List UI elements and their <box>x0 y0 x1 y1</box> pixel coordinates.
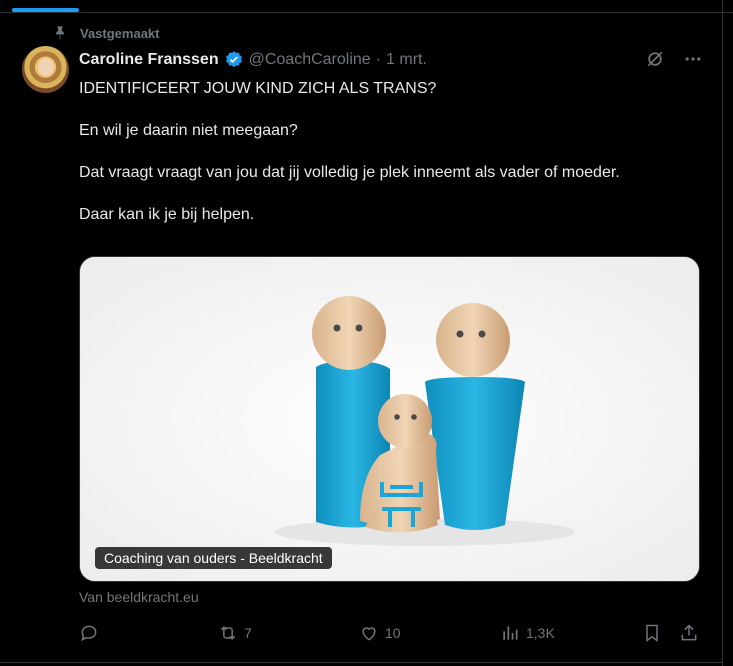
bookmark-icon <box>646 624 658 642</box>
wooden-figures-image <box>80 257 699 581</box>
tweet-paragraph: Dat vraagt vraagt van jou dat jij volled… <box>79 164 620 181</box>
more-options-icon[interactable] <box>683 49 703 69</box>
tweet-paragraph: IDENTIFICEERT JOUW KIND ZICH ALS TRANS? <box>79 80 437 97</box>
heart-icon <box>362 627 376 641</box>
share-button[interactable] <box>679 623 699 643</box>
tweet-text: IDENTIFICEERT JOUW KIND ZICH ALS TRANS? … <box>79 78 709 246</box>
bookmark-button[interactable] <box>642 623 662 643</box>
avatar[interactable] <box>22 46 69 93</box>
divider <box>0 662 723 663</box>
views-count: 1,3K <box>526 625 555 641</box>
views-button[interactable]: 1,3K <box>500 623 555 643</box>
like-count: 10 <box>385 625 401 641</box>
link-card-image[interactable]: Coaching van ouders - Beeldkracht <box>79 256 700 582</box>
column-border <box>722 0 723 666</box>
verified-badge-icon[interactable] <box>224 50 244 70</box>
author-handle[interactable]: @CoachCaroline <box>249 51 371 69</box>
repost-count: 7 <box>244 625 252 641</box>
tweet-paragraph: Daar kan ik je bij helpen. <box>79 206 255 223</box>
pinned-indicator: Vastgemaakt <box>52 25 160 41</box>
repost-button[interactable]: 7 <box>218 623 252 643</box>
views-icon <box>503 626 518 640</box>
repost-icon <box>220 626 236 640</box>
grok-icon[interactable] <box>645 49 665 69</box>
tweet-header: Caroline Franssen @CoachCaroline · 1 mrt… <box>79 50 427 70</box>
header-actions <box>645 49 703 69</box>
like-button[interactable]: 10 <box>359 623 401 643</box>
tweet-actions: 7 10 1,3K <box>79 623 700 645</box>
media-caption: Coaching van ouders - Beeldkracht <box>95 547 332 569</box>
reply-button[interactable] <box>79 623 105 643</box>
post-date[interactable]: 1 mrt. <box>386 51 427 69</box>
tweet-frame: Vastgemaakt Caroline Franssen @CoachCaro… <box>0 0 733 666</box>
reply-icon <box>80 625 97 642</box>
pin-icon <box>56 26 64 40</box>
pinned-label: Vastgemaakt <box>80 25 160 41</box>
tweet-paragraph: En wil je daarin niet meegaan? <box>79 122 298 139</box>
divider <box>0 12 733 13</box>
author-name[interactable]: Caroline Franssen <box>79 51 219 69</box>
link-source[interactable]: Van beeldkracht.eu <box>79 589 199 605</box>
separator: · <box>375 51 382 68</box>
share-icon <box>681 624 697 641</box>
